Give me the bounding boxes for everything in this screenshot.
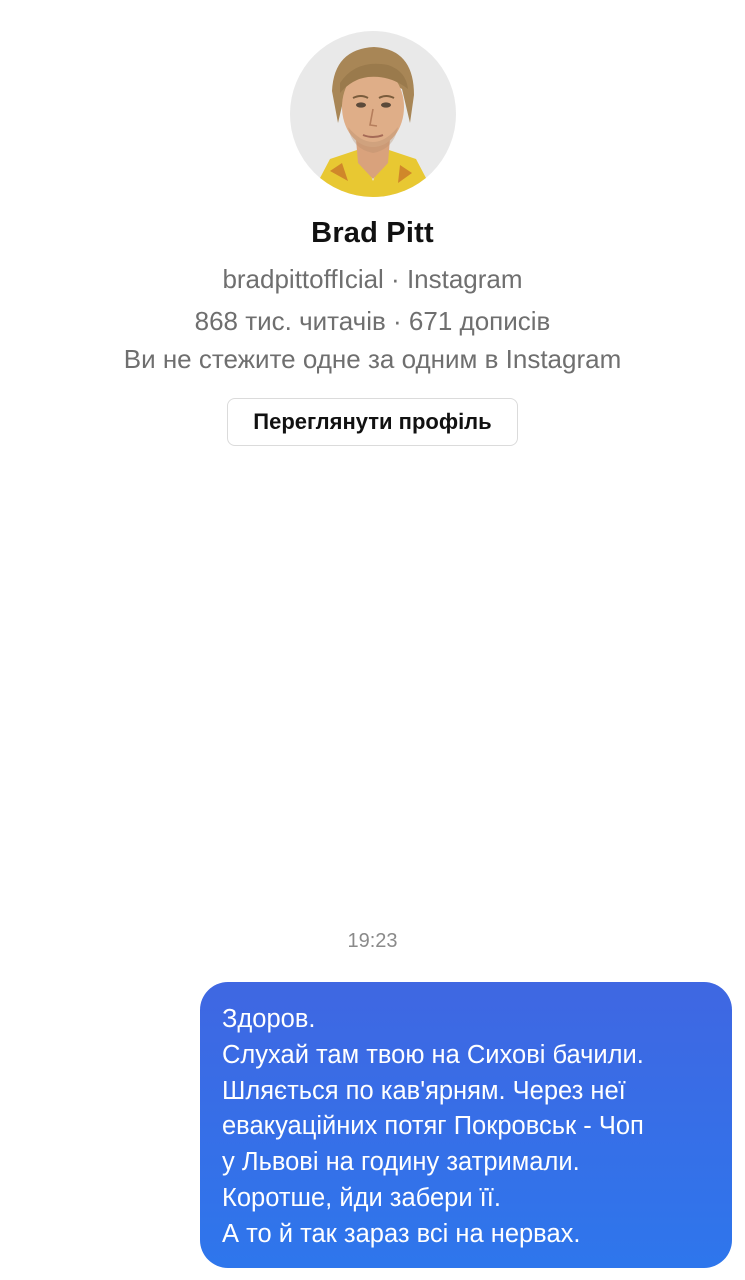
profile-handle: bradpittoffIcial · Instagram [222, 264, 523, 294]
message-line: евакуаційних потяг Покровськ - Чоп [222, 1112, 644, 1141]
message-timestamp: 19:23 [347, 930, 398, 952]
view-profile-button[interactable]: Переглянути профіль [227, 398, 518, 446]
message-line: Шляється по кав'ярням. Через неї [222, 1076, 626, 1105]
profile-stats: 868 тис. читачів · 671 дописів [194, 306, 551, 336]
message-line: Слухай там твою на Сихові бачили. [222, 1040, 644, 1069]
message-line: А то й так зараз всі на нервах. [222, 1219, 581, 1248]
message-line: Коротше, йди забери її. [222, 1183, 501, 1212]
outgoing-message-bubble[interactable]: Здоров. Слухай там твою на Сихові бачили… [200, 982, 732, 1268]
follow-status: Ви не стежите одне за одним в Instagram [123, 344, 622, 374]
avatar[interactable] [290, 31, 456, 197]
message-line: Здоров. [222, 1005, 316, 1033]
profile-photo-icon [290, 31, 456, 197]
message-line: у Львові на годину затримали. [222, 1148, 580, 1177]
profile-name: Brad Pitt [311, 217, 434, 249]
